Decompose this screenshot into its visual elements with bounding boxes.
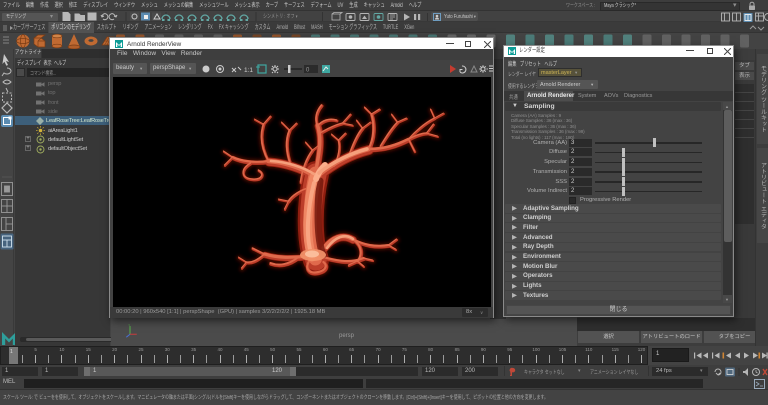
svg-text:1:1: 1:1 (244, 67, 253, 74)
